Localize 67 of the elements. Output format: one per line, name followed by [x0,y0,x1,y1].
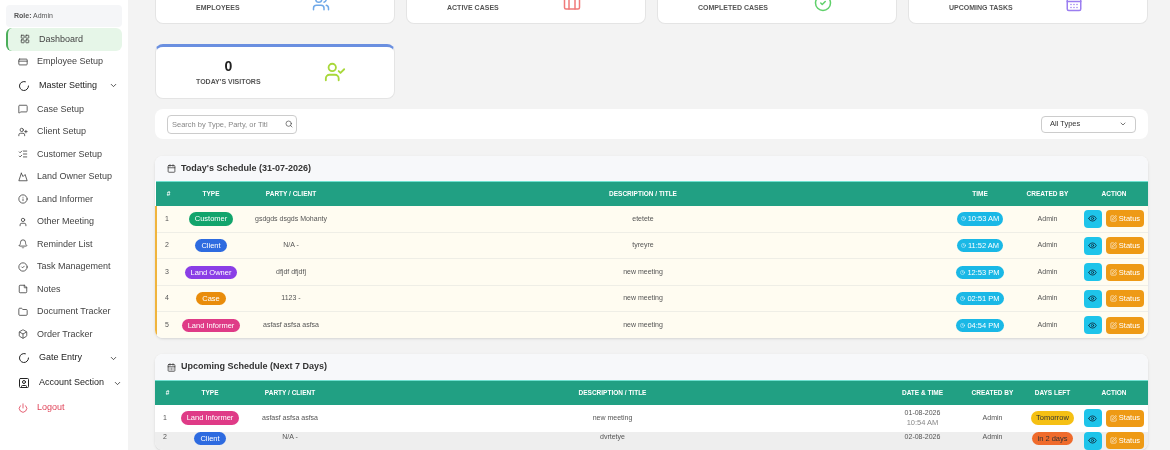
grid-icon [20,34,30,45]
sidebar-item[interactable]: Order Tracker [6,323,122,346]
power-icon [18,403,28,413]
clock-icon [960,296,966,302]
sidebar-item[interactable]: Account Section [6,370,122,396]
sidebar-item[interactable]: Client Setup [6,120,122,143]
info-icon [18,194,28,205]
sidebar-item[interactable]: Customer Setup [6,143,122,166]
ring-icon [18,352,30,364]
eye-icon [1088,267,1098,277]
user-list-icon [18,149,28,160]
chat-icon [18,104,28,115]
edit-icon [1109,268,1117,276]
calendar-icon [167,164,176,174]
ring-icon [18,79,30,92]
eye-icon [1088,214,1098,224]
edit-icon [1109,414,1117,422]
clock-icon [960,322,966,328]
edit-icon [1109,215,1117,223]
sidebar-item[interactable]: Task Management [6,255,122,278]
view-button[interactable] [1083,236,1102,255]
sidebar-item[interactable]: Case Setup [6,98,122,121]
sidebar-item[interactable]: Reminder List [6,233,122,256]
sidebar-item[interactable]: Land Owner Setup [6,165,122,188]
search-icon [285,119,293,128]
calendar-icon [167,362,176,372]
sidebar-item[interactable]: Dashboard [6,28,122,51]
landscape-icon [18,171,28,182]
box-icon [18,329,28,340]
sidebar-item[interactable]: Logout [6,395,122,421]
edit-icon [1109,242,1117,250]
view-button[interactable] [1083,409,1102,427]
visitors-count: 0 [224,57,233,77]
edit-icon [1109,437,1117,444]
sidebar-item[interactable]: Land Informer [6,188,122,211]
view-button[interactable] [1083,209,1102,228]
edit-icon [1109,295,1117,303]
card-icon [18,56,28,67]
clock-icon [960,243,966,249]
user-check-icon [324,61,346,84]
sidebar-item[interactable]: Document Tracker [6,300,122,323]
eye-icon [1088,320,1098,330]
user-icon [18,216,28,227]
sidebar-item[interactable]: Employee Setup [6,50,122,73]
eye-icon [1088,241,1098,251]
eye-icon [1088,294,1098,304]
view-button[interactable] [1083,289,1102,308]
sidebar-item[interactable]: Gate Entry [6,345,122,371]
sidebar-item[interactable]: Other Meeting [6,210,122,233]
chevron-icon [109,81,118,90]
folder-icon [18,306,28,317]
eye-icon [1088,436,1098,445]
clock-icon [960,216,966,222]
sidebar-item[interactable]: Notes [6,278,122,301]
sidebar-item[interactable]: Master Setting [6,73,122,98]
view-button[interactable] [1083,316,1102,335]
account-card-icon [18,377,30,389]
edit-icon [1109,321,1117,329]
eye-icon [1088,413,1098,423]
bell-icon [18,239,28,250]
panel-title: Today's Schedule (31-07-2026) [181,162,312,176]
clock-icon [960,269,966,275]
note-icon [18,284,28,295]
panel-title: Upcoming Schedule (Next 7 Days) [181,360,328,374]
user-plus-icon [18,126,28,137]
view-button[interactable] [1083,263,1102,282]
check-circle-icon [18,261,28,272]
